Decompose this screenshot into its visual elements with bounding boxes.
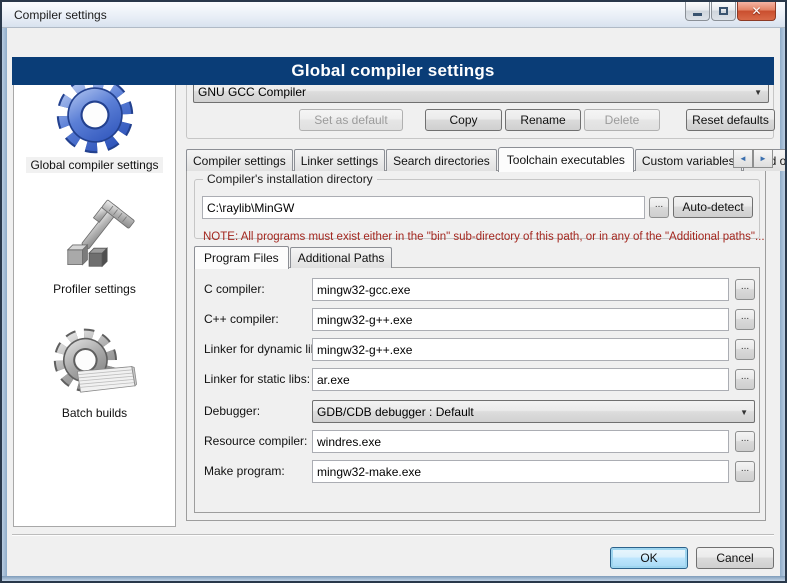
main-panel: Selected compiler GNU GCC Compiler ▼ Set…: [186, 61, 774, 561]
resource-compiler-input[interactable]: [312, 430, 729, 453]
caliper-icon: [53, 199, 135, 281]
tab-linker-settings[interactable]: Linker settings: [294, 149, 385, 171]
copy-button[interactable]: Copy: [425, 109, 502, 131]
rename-button[interactable]: Rename: [505, 109, 581, 131]
static-linker-label: Linker for static libs:: [204, 372, 310, 386]
gray-gear-stack-icon: [47, 325, 143, 405]
browse-c-compiler-button[interactable]: ...: [735, 279, 755, 300]
settings-tab-bar: Compiler settings Linker settings Search…: [186, 146, 787, 171]
tab-custom-variables[interactable]: Custom variables: [635, 149, 742, 171]
tab-toolchain-executables[interactable]: Toolchain executables: [498, 147, 634, 172]
toolchain-executables-page: Compiler's installation directory ... Au…: [186, 170, 766, 521]
close-button[interactable]: ✕: [737, 2, 776, 21]
tab-scroll-buttons: ◄ ►: [733, 149, 773, 168]
form-row-cpp-compiler: C++ compiler: ...: [195, 308, 759, 332]
form-row-c-compiler: C compiler: ...: [195, 278, 759, 302]
chevron-down-icon: ▼: [740, 408, 748, 417]
sidebar-item-label: Profiler settings: [49, 281, 140, 297]
debugger-value: GDB/CDB debugger : Default: [317, 405, 474, 419]
installation-directory-group: Compiler's installation directory ... Au…: [194, 179, 760, 239]
c-compiler-label: C compiler:: [204, 282, 265, 296]
title-bar[interactable]: Compiler settings ✕: [2, 2, 785, 28]
chevron-down-icon: ▼: [754, 88, 762, 97]
auto-detect-button[interactable]: Auto-detect: [673, 196, 753, 218]
maximize-icon: [719, 7, 728, 15]
compiler-settings-window: Compiler settings ✕ Global compiler sett…: [0, 0, 787, 583]
tab-compiler-settings[interactable]: Compiler settings: [186, 149, 293, 171]
tab-program-files[interactable]: Program Files: [194, 246, 289, 269]
resource-compiler-label: Resource compiler:: [204, 434, 307, 448]
set-as-default-button[interactable]: Set as default: [299, 109, 403, 131]
delete-button[interactable]: Delete: [584, 109, 660, 131]
program-files-tab-bar: Program Files Additional Paths: [194, 246, 393, 268]
form-row-debugger: Debugger: GDB/CDB debugger : Default ▼: [195, 400, 759, 424]
c-compiler-input[interactable]: [312, 278, 729, 301]
dialog-body: Global compiler settings: [7, 28, 780, 576]
tab-scroll-left-button[interactable]: ◄: [733, 149, 753, 168]
browse-static-linker-button[interactable]: ...: [735, 369, 755, 390]
arrow-right-icon: ►: [759, 154, 767, 163]
close-icon: ✕: [751, 4, 761, 18]
page-title: Global compiler settings: [291, 61, 494, 81]
program-files-page: C compiler: ... C++ compiler: ... Linker…: [194, 267, 760, 513]
window-title: Compiler settings: [14, 8, 107, 22]
tab-additional-paths[interactable]: Additional Paths: [290, 247, 393, 268]
form-row-make-program: Make program: ...: [195, 460, 759, 484]
form-row-static-linker: Linker for static libs: ...: [195, 368, 759, 392]
minimize-button[interactable]: [685, 2, 710, 21]
browse-resource-compiler-button[interactable]: ...: [735, 431, 755, 452]
debugger-label: Debugger:: [204, 404, 260, 418]
browse-make-program-button[interactable]: ...: [735, 461, 755, 482]
cancel-button[interactable]: Cancel: [696, 547, 774, 569]
cpp-compiler-input[interactable]: [312, 308, 729, 331]
footer-separator: [12, 534, 774, 536]
arrow-left-icon: ◄: [739, 154, 747, 163]
browse-directory-button[interactable]: ...: [649, 197, 669, 218]
maximize-button[interactable]: [711, 2, 736, 21]
blue-gear-icon: [53, 73, 137, 157]
static-linker-input[interactable]: [312, 368, 729, 391]
settings-category-list[interactable]: Global compiler settings: [13, 64, 176, 527]
tab-search-directories[interactable]: Search directories: [386, 149, 497, 171]
sidebar-item-profiler-settings[interactable]: Profiler settings: [49, 199, 140, 297]
sidebar-item-global-compiler-settings[interactable]: Global compiler settings: [26, 73, 162, 173]
installation-directory-input[interactable]: [202, 196, 645, 219]
minimize-icon: [693, 13, 702, 16]
make-program-input[interactable]: [312, 460, 729, 483]
window-frame-right: [780, 28, 785, 581]
installation-directory-label: Compiler's installation directory: [203, 172, 377, 186]
browse-dynamic-linker-button[interactable]: ...: [735, 339, 755, 360]
dynamic-linker-label: Linker for dynamic libs:: [204, 342, 327, 356]
reset-defaults-button[interactable]: Reset defaults: [686, 109, 775, 131]
note-text: NOTE: All programs must exist either in …: [203, 231, 765, 243]
tab-scroll-right-button[interactable]: ►: [753, 149, 773, 168]
make-program-label: Make program:: [204, 464, 285, 478]
ok-button[interactable]: OK: [610, 547, 688, 569]
selected-compiler-value: GNU GCC Compiler: [198, 85, 306, 99]
sidebar-item-label: Global compiler settings: [26, 157, 162, 173]
dialog-header: Global compiler settings: [12, 57, 774, 85]
sidebar-item-batch-builds[interactable]: Batch builds: [47, 325, 143, 421]
form-row-resource-compiler: Resource compiler: ...: [195, 430, 759, 454]
debugger-dropdown[interactable]: GDB/CDB debugger : Default ▼: [312, 400, 755, 423]
dynamic-linker-input[interactable]: [312, 338, 729, 361]
form-row-dynamic-linker: Linker for dynamic libs: ...: [195, 338, 759, 362]
sidebar-item-label: Batch builds: [58, 405, 131, 421]
window-frame-bottom: [2, 576, 785, 581]
caption-buttons: ✕: [684, 2, 776, 21]
cpp-compiler-label: C++ compiler:: [204, 312, 279, 326]
browse-cpp-compiler-button[interactable]: ...: [735, 309, 755, 330]
